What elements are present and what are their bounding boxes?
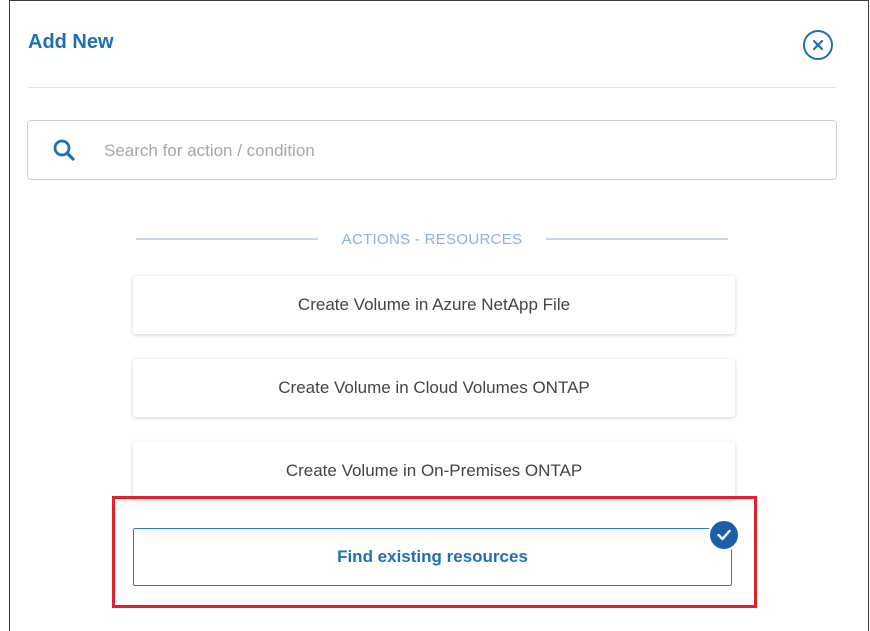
- add-new-dialog: Add New ACTIONS - RESOURCES Create Volum…: [9, 0, 869, 631]
- header-divider: [28, 87, 836, 88]
- close-icon: [812, 39, 824, 51]
- search-icon: [53, 139, 75, 161]
- search-input[interactable]: [102, 135, 806, 167]
- checkmark-icon: [717, 529, 731, 541]
- action-create-volume-cloud-volumes-ontap[interactable]: Create Volume in Cloud Volumes ONTAP: [133, 359, 735, 417]
- action-create-volume-azure-netapp[interactable]: Create Volume in Azure NetApp File: [133, 276, 735, 334]
- section-line-left: [136, 238, 318, 240]
- section-label: ACTIONS - RESOURCES: [341, 230, 523, 248]
- action-create-volume-on-premises-ontap[interactable]: Create Volume in On-Premises ONTAP: [133, 442, 735, 500]
- section-header-actions-resources: ACTIONS - RESOURCES: [136, 229, 729, 249]
- section-line-right: [546, 238, 729, 240]
- search-box[interactable]: [27, 120, 837, 180]
- dialog-title: Add New: [28, 31, 114, 53]
- close-button[interactable]: [803, 30, 833, 60]
- selected-badge: [708, 519, 740, 551]
- find-existing-resources-button[interactable]: Find existing resources: [133, 528, 732, 586]
